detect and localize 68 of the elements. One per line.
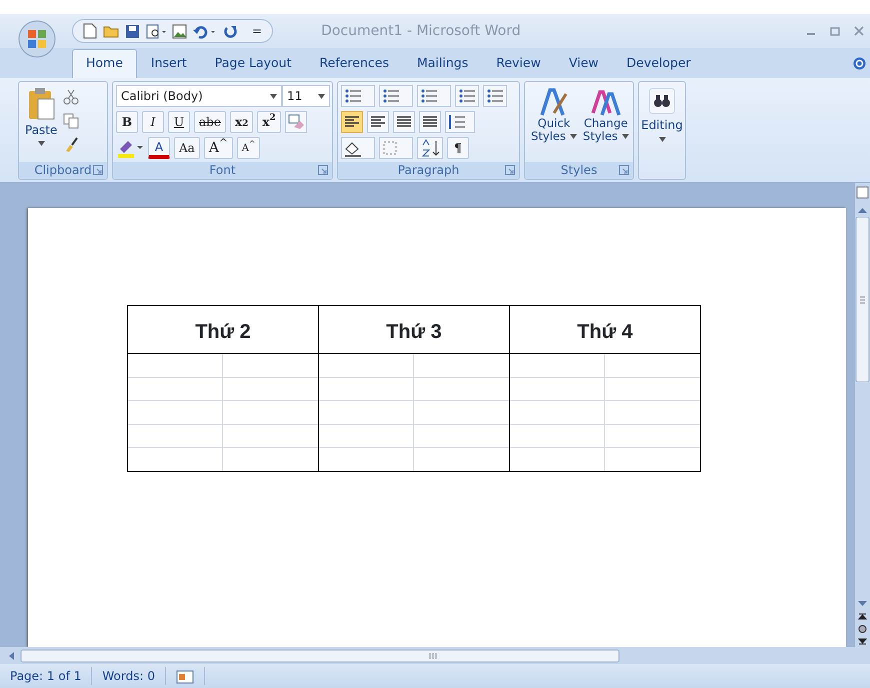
bullets-icon[interactable]: [341, 85, 375, 107]
scroll-thumb[interactable]: [855, 217, 870, 382]
caret-icon[interactable]: [270, 94, 277, 98]
group-label: Font: [209, 163, 236, 177]
redo-icon[interactable]: [223, 24, 238, 38]
vertical-scrollbar[interactable]: [855, 183, 870, 647]
font-button[interactable]: A: [148, 137, 170, 159]
ribbon-tab[interactable]: References: [306, 49, 403, 78]
format-button[interactable]: I: [142, 111, 164, 133]
new-document-icon[interactable]: [83, 23, 97, 39]
align-button[interactable]: [393, 111, 415, 133]
align-button[interactable]: [367, 111, 389, 133]
line-spacing-icon[interactable]: [445, 111, 475, 133]
font-button[interactable]: A$^{^}$: [204, 137, 233, 159]
caret-icon[interactable]: [622, 134, 629, 140]
scroll-thumb[interactable]: [20, 648, 620, 662]
binoculars-icon: [649, 88, 675, 114]
align-button[interactable]: [341, 111, 363, 133]
format-button[interactable]: B: [116, 111, 138, 133]
scissors-icon[interactable]: [63, 89, 80, 105]
copy-icon[interactable]: [63, 113, 80, 129]
paste-button[interactable]: Paste: [22, 85, 60, 159]
styles-button[interactable]: Quick Styles: [528, 85, 580, 159]
column-header: Thứ 4: [509, 306, 700, 354]
status-text: Words: 0: [92, 667, 166, 685]
show-formatting-button[interactable]: ¶: [447, 137, 469, 159]
horizontal-scrollbar[interactable]: [0, 647, 870, 664]
brush-icon[interactable]: [63, 137, 80, 153]
caret-icon[interactable]: [38, 141, 45, 146]
print-preview-icon[interactable]: [146, 24, 166, 38]
column-header: Thứ 2: [128, 306, 318, 354]
customize-toolbar-button[interactable]: =: [252, 22, 262, 40]
folder-icon[interactable]: [103, 24, 119, 38]
font-size-field[interactable]: 11: [282, 85, 330, 107]
picture-icon[interactable]: [172, 24, 187, 38]
ribbon-tab[interactable]: Mailings: [402, 49, 482, 78]
format-button[interactable]: x$^{2}$: [257, 111, 281, 133]
letter-brush-icon: [538, 87, 569, 117]
macro-recording-icon[interactable]: [176, 668, 194, 685]
ribbon-tab[interactable]: Page Layout: [200, 49, 306, 78]
ribbon-tab[interactable]: Developer: [612, 49, 705, 78]
styles-button[interactable]: Change Styles: [580, 85, 632, 159]
sort-icon[interactable]: [417, 137, 443, 159]
caret-icon[interactable]: [658, 137, 666, 142]
format-button[interactable]: x$_{2}$: [230, 111, 254, 133]
undo-icon[interactable]: [193, 24, 217, 38]
font-button[interactable]: A$^{^}$: [236, 137, 260, 159]
shading-icon[interactable]: [341, 137, 375, 159]
ribbon-tab[interactable]: Home: [72, 49, 137, 78]
caret-icon[interactable]: [570, 134, 577, 140]
group-label: Clipboard: [34, 163, 92, 177]
format-button[interactable]: abe: [194, 111, 226, 133]
ribbon-tab[interactable]: View: [554, 49, 612, 78]
caret-icon[interactable]: [318, 94, 325, 98]
font-name-field[interactable]: Calibri (Body): [116, 85, 282, 107]
align-button[interactable]: [419, 111, 441, 133]
font-button[interactable]: Aa: [174, 137, 200, 159]
format-button[interactable]: U: [168, 111, 190, 133]
status-text: Page: 1 of 1: [0, 667, 92, 685]
ribbon-tab[interactable]: Insert: [136, 49, 201, 78]
column-header: Thứ 3: [318, 306, 510, 354]
group-label: Styles: [560, 163, 598, 177]
help-icon[interactable]: [853, 57, 866, 70]
clear-formatting-icon[interactable]: [284, 111, 307, 133]
ribbon-tab[interactable]: Review: [482, 49, 555, 78]
window-title: Document1 - Microsoft Word: [321, 22, 521, 40]
group-label: Paragraph: [398, 163, 460, 177]
save-icon[interactable]: [125, 24, 140, 38]
